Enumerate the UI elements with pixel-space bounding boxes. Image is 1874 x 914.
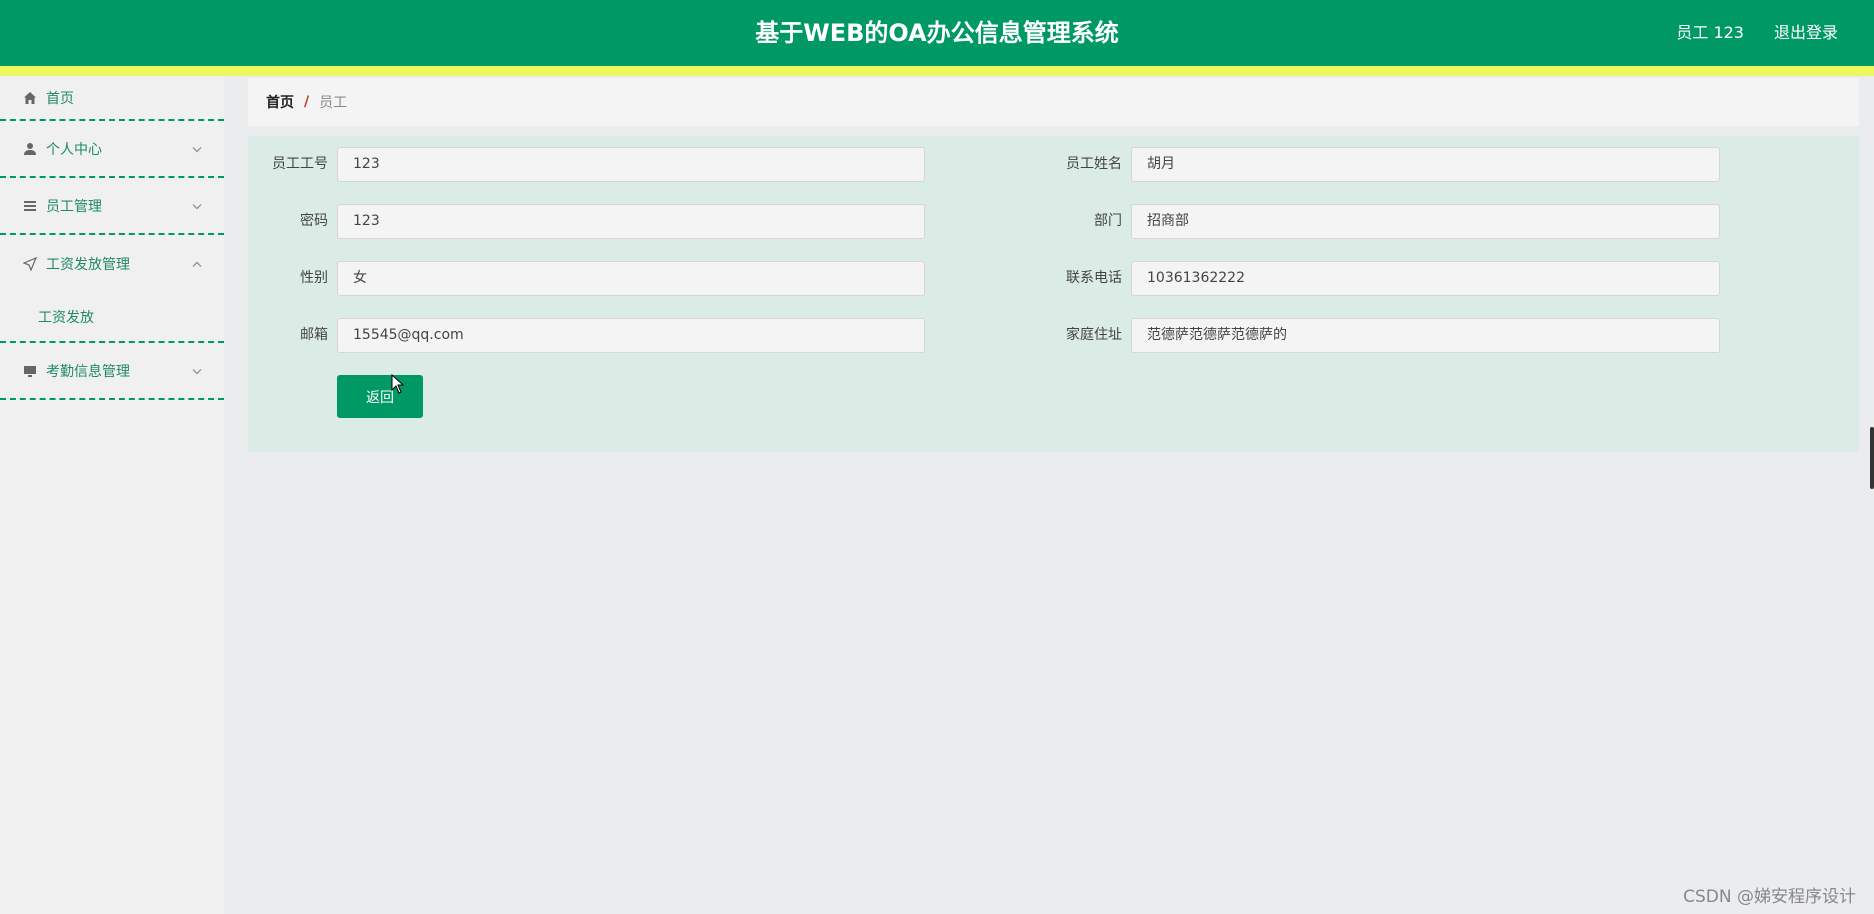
gender-label: 性别 xyxy=(300,270,328,286)
sidebar-item-home[interactable]: 首页 xyxy=(0,76,224,121)
email-field[interactable]: 15545@qq.com xyxy=(337,318,925,353)
breadcrumb-home[interactable]: 首页 xyxy=(266,92,294,112)
chevron-up-icon xyxy=(192,257,202,270)
user-icon xyxy=(22,141,38,157)
sidebar-item-salary-management[interactable]: 工资发放管理 xyxy=(0,235,224,292)
chevron-down-icon xyxy=(192,199,202,212)
breadcrumb: 首页 / 员工 xyxy=(248,78,1859,126)
chevron-down-icon xyxy=(192,142,202,155)
send-icon xyxy=(22,256,38,272)
password-field[interactable]: 123 xyxy=(337,204,925,239)
sidebar-item-employee-management[interactable]: 员工管理 xyxy=(0,178,224,235)
sidebar-item-label: 员工管理 xyxy=(46,198,102,215)
password-label: 密码 xyxy=(300,213,328,229)
sidebar-subitem-label: 工资发放 xyxy=(38,309,94,326)
back-button[interactable]: 返回 xyxy=(337,375,423,418)
header-stripe xyxy=(0,66,1874,76)
mouse-cursor-icon xyxy=(391,374,405,394)
phone-label: 联系电话 xyxy=(1066,270,1122,286)
list-icon xyxy=(22,198,38,214)
department-label: 部门 xyxy=(1094,213,1122,229)
watermark: CSDN @娣安程序设计 xyxy=(1683,887,1856,907)
sidebar-item-personal-center[interactable]: 个人中心 xyxy=(0,121,224,178)
chevron-down-icon xyxy=(192,364,202,377)
logout-link[interactable]: 退出登录 xyxy=(1774,0,1838,66)
employee-no-field[interactable]: 123 xyxy=(337,147,925,182)
current-user-label: 员工 123 xyxy=(1676,23,1744,42)
sidebar-item-label: 个人中心 xyxy=(46,141,102,158)
breadcrumb-current: 员工 xyxy=(319,95,348,111)
monitor-icon xyxy=(22,363,38,379)
sidebar-item-label: 工资发放管理 xyxy=(46,256,130,273)
employee-detail-form: 员工工号 123 员工姓名 胡月 密码 123 部门 招商部 性别 女 联系电话… xyxy=(248,136,1859,452)
sidebar: 首页 个人中心 员工管理 工资发放管理 工资发放 考勤信息管理 xyxy=(0,76,224,914)
sidebar-subitem-salary-payment[interactable]: 工资发放 xyxy=(0,292,224,343)
address-label: 家庭住址 xyxy=(1066,327,1122,343)
address-field[interactable]: 范德萨范德萨范德萨的 xyxy=(1131,318,1720,353)
sidebar-item-attendance-management[interactable]: 考勤信息管理 xyxy=(0,343,224,400)
gender-field[interactable]: 女 xyxy=(337,261,925,296)
sidebar-item-label: 考勤信息管理 xyxy=(46,363,130,380)
app-title: 基于WEB的OA办公信息管理系统 xyxy=(755,19,1119,47)
employee-no-label: 员工工号 xyxy=(272,156,328,172)
scrollbar-thumb[interactable] xyxy=(1870,427,1874,489)
breadcrumb-separator: / xyxy=(304,94,310,110)
department-field[interactable]: 招商部 xyxy=(1131,204,1720,239)
phone-field[interactable]: 10361362222 xyxy=(1131,261,1720,296)
employee-name-field[interactable]: 胡月 xyxy=(1131,147,1720,182)
email-label: 邮箱 xyxy=(300,327,328,343)
employee-name-label: 员工姓名 xyxy=(1066,156,1122,172)
home-icon xyxy=(22,90,38,106)
sidebar-item-label: 首页 xyxy=(46,90,74,107)
